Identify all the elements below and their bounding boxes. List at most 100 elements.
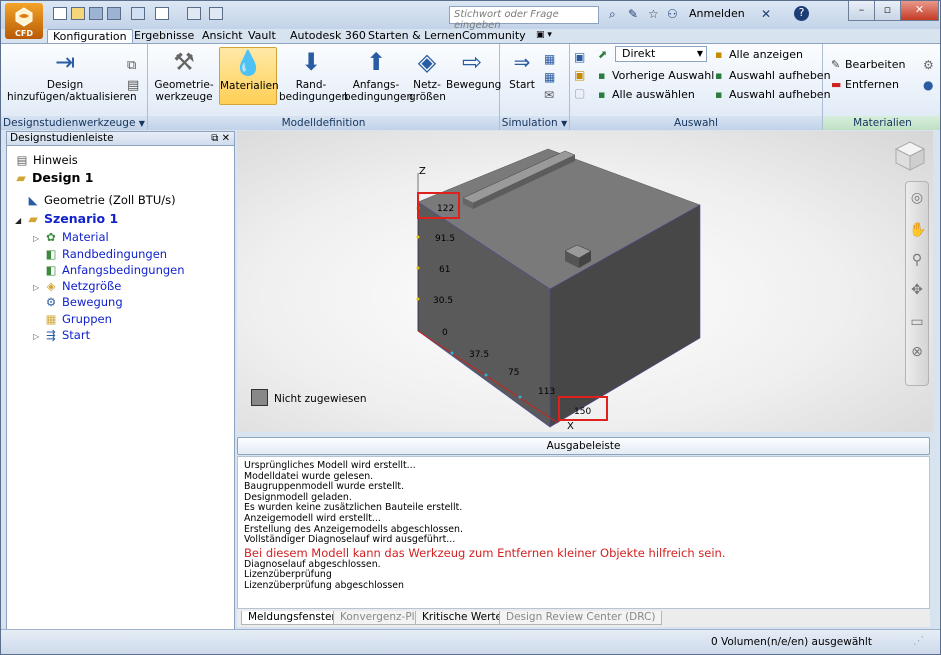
previous-selection-button[interactable]: ▪ Vorherige Auswahl [598, 69, 714, 82]
collapsed-arrow-icon[interactable]: ▷ [33, 283, 43, 292]
3d-viewport[interactable]: Z X 122 91.5 61 30.5 0 37.5 75 113 150 N… [237, 131, 933, 432]
orbit-icon[interactable]: ✥ [909, 282, 925, 298]
design-add-icon: ⇥ [54, 48, 76, 76]
close-button[interactable]: ✕ [900, 1, 939, 21]
group-modelldefinition: ⚒ Geometrie-werkzeuge 💧 Materialien ⬇ Ra… [148, 44, 501, 130]
copy-icon[interactable]: ⧉ [127, 58, 136, 73]
tab-vault[interactable]: Vault [243, 29, 281, 43]
design-btn-label: Design hinzufügen/aktualisieren [7, 79, 137, 103]
help-icon[interactable]: ? [794, 6, 809, 21]
selection-status: 0 Volumen(n/e/en) ausgewählt [711, 636, 872, 648]
select-volume-icon[interactable]: ▣ [574, 68, 585, 82]
ribbon-options-icon[interactable]: ▣ ▾ [531, 29, 557, 43]
direkt-combo[interactable]: ⬈ [598, 48, 612, 61]
design-add-update-button[interactable]: ⇥ Design hinzufügen/aktualisieren [7, 47, 137, 103]
tab-ergebnisse[interactable]: Ergebnisse [129, 29, 199, 43]
tree-start[interactable]: ▷ ⇶ Start [33, 328, 90, 342]
material-icon: ✿ [46, 230, 56, 244]
tab-meldungsfenster[interactable]: Meldungsfenster [241, 611, 343, 625]
start-simulation-button[interactable]: ⇒ Start [504, 47, 540, 91]
tree-material[interactable]: ▷ ✿ Material [33, 230, 109, 244]
resize-grip-icon[interactable]: ⋰ [913, 634, 924, 647]
tree-hinweis[interactable]: ▤ Hinweis [14, 153, 78, 167]
save-all-icon[interactable] [107, 7, 121, 20]
binoculars-icon[interactable]: ⌕ [609, 7, 616, 22]
geometry-icon: ◣ [28, 193, 38, 207]
tree-geometrie[interactable]: ◣ Geometrie (Zoll BTU/s) [25, 193, 176, 207]
edit-material-button[interactable]: ✎ Bearbeiten [831, 58, 905, 71]
select-all-button[interactable]: ▪ Alle auswählen [598, 88, 695, 101]
tab-design-review-center[interactable]: Design Review Center (DRC) [499, 611, 663, 625]
geometry-tools-button[interactable]: ⚒ Geometrie-werkzeuge [154, 47, 214, 103]
collapsed-arrow-icon[interactable]: ▷ [33, 332, 43, 341]
start-icon: ⇒ [513, 50, 531, 74]
layout-icon[interactable] [187, 7, 201, 20]
tab-community[interactable]: Community [457, 29, 531, 43]
tab-konfiguration[interactable]: Konfiguration [47, 29, 133, 43]
mesh-size-button[interactable]: ◈ Netz-größen [409, 47, 446, 103]
tree-randbedingungen[interactable]: ◧ Randbedingungen [43, 247, 168, 261]
steering-wheel-icon[interactable]: ◎ [909, 190, 925, 206]
deselect-button-1[interactable]: ▪ Auswahl aufheben [715, 69, 831, 82]
show-all-button[interactable]: ▪ Alle anzeigen [715, 48, 803, 61]
select-all-icon: ▪ [598, 88, 606, 101]
boundary-conditions-button[interactable]: ⬇ Rand-bedingungen [279, 47, 348, 103]
tree-szenario-1[interactable]: ◢ ▰ Szenario 1 [15, 211, 118, 226]
initial-conditions-button[interactable]: ⬆ Anfangs-bedingungen [344, 47, 413, 103]
remove-material-button[interactable]: ▬ Entfernen [831, 78, 899, 91]
output-bar-header[interactable]: Ausgabeleiste [237, 437, 930, 455]
grid-icon[interactable] [209, 7, 223, 20]
new-file-icon[interactable] [53, 7, 67, 20]
zoom-icon[interactable]: ⚲ [909, 252, 925, 268]
search-input[interactable]: Stichwort oder Frage eingeben [449, 6, 599, 31]
selection-mode-select[interactable]: Direkt ▼ [615, 46, 707, 62]
materials-button[interactable]: 💧 Materialien [219, 47, 279, 105]
legend-swatch [251, 389, 268, 406]
collapsed-arrow-icon[interactable]: ▷ [33, 234, 43, 243]
pan-hand-icon[interactable]: ✋ [909, 222, 926, 238]
signin-link[interactable]: Anmelden [689, 7, 745, 20]
maximize-button[interactable]: ▫ [874, 1, 901, 21]
dropdown-arrow-icon: ▼ [138, 119, 145, 128]
table-icon[interactable]: ▦ [544, 52, 555, 66]
title-bar: CFD Stichwort oder Frage eingeben ⌕ ✎ ☆ … [1, 1, 940, 39]
x-axis-label: X [567, 421, 574, 432]
minimize-button[interactable]: – [848, 1, 875, 21]
tree-anfangsbedingungen-label: Anfangsbedingungen [62, 263, 185, 277]
edit-list-icon[interactable]: ▤ [127, 78, 139, 93]
save-icon[interactable] [89, 7, 103, 20]
view-icon[interactable] [131, 7, 145, 20]
look-icon[interactable]: ▭ [909, 314, 925, 330]
tree-anfangsbedingungen[interactable]: ◧ Anfangsbedingungen [43, 263, 185, 277]
deselect-button-2[interactable]: ▪ Auswahl aufheben [715, 88, 831, 101]
select-edge-icon[interactable]: ▢ [574, 86, 585, 100]
group-label-simulation[interactable]: Simulation ▼ [500, 116, 569, 130]
select-part-icon[interactable]: ▣ [574, 50, 585, 64]
viewcube-icon[interactable] [893, 139, 927, 173]
exchange-icon[interactable]: ✕ [761, 7, 771, 21]
tab-ansicht[interactable]: Ansicht [197, 29, 248, 43]
solver-icon[interactable]: ▦ [544, 70, 555, 84]
communication-icon[interactable]: ✎ [628, 7, 638, 21]
open-folder-icon[interactable] [71, 7, 85, 20]
motion-button[interactable]: ⇨ Bewegung [446, 47, 501, 91]
email-icon[interactable]: ✉ [544, 88, 554, 102]
tree-szenario-label: Szenario 1 [44, 211, 119, 226]
tree-design-1[interactable]: ▰ Design 1 [13, 170, 93, 185]
tab-autodesk-360[interactable]: Autodesk 360 [285, 29, 371, 43]
material-db-icon[interactable]: ⚙ [923, 58, 934, 72]
group-label-design[interactable]: Designstudienwerkzeuge ▼ [1, 116, 147, 130]
stop-icon[interactable]: ⊗ [909, 344, 925, 360]
tree-bewegung[interactable]: ⚙ Bewegung [43, 295, 123, 309]
material-web-icon[interactable]: ● [923, 78, 933, 92]
tree-netzgroesse[interactable]: ▷ ◈ Netzgröße [33, 279, 121, 293]
tab-kritische-werte[interactable]: Kritische Werte [415, 611, 509, 625]
user-icon[interactable]: ⚇ [667, 7, 678, 21]
tree-gruppen[interactable]: ▦ Gruppen [43, 312, 112, 326]
panel-pin-close-icons[interactable]: ⧉ ✕ [211, 132, 230, 145]
expand-arrow-icon[interactable]: ◢ [15, 216, 25, 225]
favorites-icon[interactable]: ☆ [648, 7, 659, 21]
group-designstudienwerkzeuge: ⇥ Design hinzufügen/aktualisieren ⧉ ▤ De… [1, 44, 148, 130]
window-icon[interactable] [155, 7, 169, 20]
tab-starten-lernen[interactable]: Starten & Lernen [363, 29, 467, 43]
